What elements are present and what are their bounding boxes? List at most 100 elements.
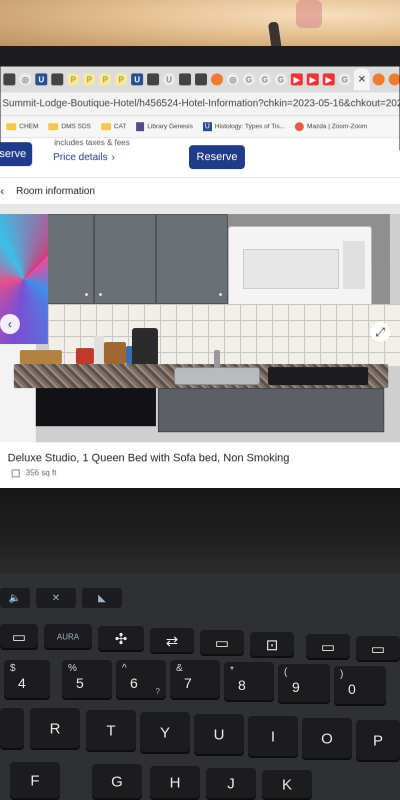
- volume-key[interactable]: 🔈: [0, 588, 30, 608]
- key-y[interactable]: Y: [140, 712, 190, 754]
- key-7[interactable]: & 7: [170, 660, 220, 700]
- tab-favicon-icon[interactable]: [210, 73, 223, 86]
- youtube-icon[interactable]: ▶: [306, 73, 319, 86]
- rog-key[interactable]: ◣: [82, 588, 122, 608]
- upper-cabinet: [155, 214, 229, 305]
- bookmark-library-genesis[interactable]: Library Genesis: [136, 122, 193, 132]
- lower-cabinets: [157, 388, 385, 433]
- google-icon[interactable]: G: [274, 73, 287, 86]
- key-6[interactable]: ^ 6?: [116, 660, 166, 700]
- sink: [173, 367, 261, 386]
- bookmark-histology[interactable]: U Histology: Types of Tis...: [202, 122, 286, 132]
- tab-favicon-icon[interactable]: [147, 73, 160, 86]
- function-key[interactable]: ▭: [0, 624, 38, 650]
- price-details-label: Price details: [53, 152, 108, 164]
- bookmark-label: CHEM: [19, 123, 39, 131]
- tab-favicon-icon[interactable]: [179, 73, 192, 86]
- tab-active[interactable]: ✕: [353, 68, 371, 91]
- tab-favicon-icon[interactable]: ◎: [226, 73, 239, 86]
- google-icon[interactable]: G: [242, 73, 255, 86]
- coffee-maker: [131, 328, 158, 367]
- bookmark-dms-sds[interactable]: DMS SDS: [48, 123, 91, 131]
- google-icon[interactable]: G: [338, 73, 351, 86]
- reserve-button-partial[interactable]: serve: [0, 142, 33, 167]
- laptop-screen: ◎ U P P P P U U ◎ G G G ▶ ▶ ▶ G ✕ Summit…: [0, 66, 400, 489]
- tab-favicon-icon[interactable]: U: [35, 73, 48, 86]
- function-key[interactable]: ⇄: [150, 628, 194, 654]
- key-h[interactable]: H: [150, 766, 200, 800]
- tab-favicon-icon[interactable]: ◎: [19, 73, 32, 86]
- tab-favicon-icon[interactable]: U: [131, 73, 144, 86]
- bookmark-label: DMS SDS: [61, 123, 91, 131]
- room-size: 356 sq ft: [11, 468, 56, 477]
- mazda-icon: [295, 122, 305, 132]
- tab-favicon-icon[interactable]: [389, 73, 400, 86]
- back-arrow-icon[interactable]: ‹: [0, 184, 10, 198]
- chevron-right-icon: ›: [111, 152, 115, 164]
- key-u[interactable]: U: [194, 714, 244, 756]
- key-5[interactable]: % 5: [62, 660, 112, 700]
- folder-icon: [100, 123, 111, 131]
- ceiling: [0, 204, 400, 215]
- tab-favicon-icon[interactable]: P: [99, 73, 112, 86]
- key-e[interactable]: [0, 708, 24, 750]
- faucet: [214, 350, 221, 369]
- laptop-hinge: [0, 488, 400, 574]
- bookmark-label: Mazda | Zoom-Zoom: [306, 123, 368, 131]
- tab-favicon-icon[interactable]: P: [115, 73, 128, 86]
- address-bar[interactable]: Summit-Lodge-Boutique-Hotel/h456524-Hote…: [0, 92, 400, 117]
- bookmark-label: Histology: Types of Tis...: [214, 123, 286, 131]
- bookmark-cat[interactable]: CAT: [100, 123, 126, 131]
- function-key[interactable]: ⊡: [250, 632, 294, 658]
- mic-mute-key[interactable]: ✕: [36, 588, 76, 608]
- function-key[interactable]: ▭: [200, 630, 244, 656]
- previous-photo-button[interactable]: ‹: [0, 314, 20, 335]
- key-f[interactable]: F: [10, 762, 60, 800]
- room-photo: ‹ ⤢: [0, 204, 400, 443]
- fan-key[interactable]: ✣: [98, 626, 144, 652]
- youtube-icon[interactable]: ▶: [290, 73, 303, 86]
- room-info-title: Room information: [16, 185, 96, 197]
- tab-favicon-icon[interactable]: P: [67, 73, 80, 86]
- tab-favicon-icon[interactable]: [51, 73, 64, 86]
- library-icon: [136, 122, 145, 132]
- tab-favicon-icon[interactable]: [373, 73, 386, 86]
- tab-favicon-icon[interactable]: U: [163, 73, 176, 86]
- photo-scene: ◎ U P P P P U U ◎ G G G ▶ ▶ ▶ G ✕ Summit…: [0, 0, 400, 800]
- key-8[interactable]: * 8: [224, 662, 274, 702]
- close-icon[interactable]: ✕: [358, 74, 366, 85]
- key-o[interactable]: O: [302, 718, 352, 760]
- key-k[interactable]: K: [262, 770, 312, 800]
- key-9[interactable]: (9: [278, 664, 330, 704]
- basket: [19, 350, 62, 365]
- google-icon[interactable]: G: [258, 73, 271, 86]
- room-info-header: ‹ Room information: [0, 178, 400, 205]
- key-0[interactable]: ) 0: [334, 666, 386, 706]
- mini-fridge: [35, 388, 156, 427]
- price-details-link[interactable]: Price details ›: [53, 152, 115, 163]
- reserve-button[interactable]: Reserve: [189, 145, 245, 170]
- youtube-icon[interactable]: ▶: [322, 73, 335, 86]
- expand-icon: ⤢: [375, 324, 385, 339]
- background-object: [296, 0, 322, 28]
- key-t[interactable]: T: [86, 710, 136, 752]
- key-p[interactable]: P: [356, 720, 400, 762]
- background-wall: [0, 0, 400, 50]
- tab-favicon-icon[interactable]: [195, 73, 207, 86]
- key-i[interactable]: I: [248, 716, 298, 758]
- function-key[interactable]: ▭: [356, 636, 400, 662]
- key-r[interactable]: R: [30, 708, 80, 750]
- microwave: [227, 226, 373, 309]
- next-photo-button[interactable]: ⤢: [370, 322, 391, 343]
- key-j[interactable]: J: [206, 768, 256, 800]
- tab-favicon-icon[interactable]: P: [83, 73, 96, 86]
- key-4[interactable]: $4: [4, 660, 50, 700]
- aura-key[interactable]: AURA: [44, 624, 92, 650]
- tab-favicon-icon[interactable]: [3, 73, 16, 86]
- key-g[interactable]: G: [92, 764, 142, 800]
- bookmark-mazda[interactable]: Mazda | Zoom-Zoom: [295, 122, 368, 132]
- bookmark-chem[interactable]: CHEM: [6, 123, 39, 131]
- upper-cabinet: [93, 214, 157, 305]
- url-text[interactable]: Summit-Lodge-Boutique-Hotel/h456524-Hote…: [2, 98, 399, 109]
- function-key[interactable]: ▭: [306, 634, 350, 660]
